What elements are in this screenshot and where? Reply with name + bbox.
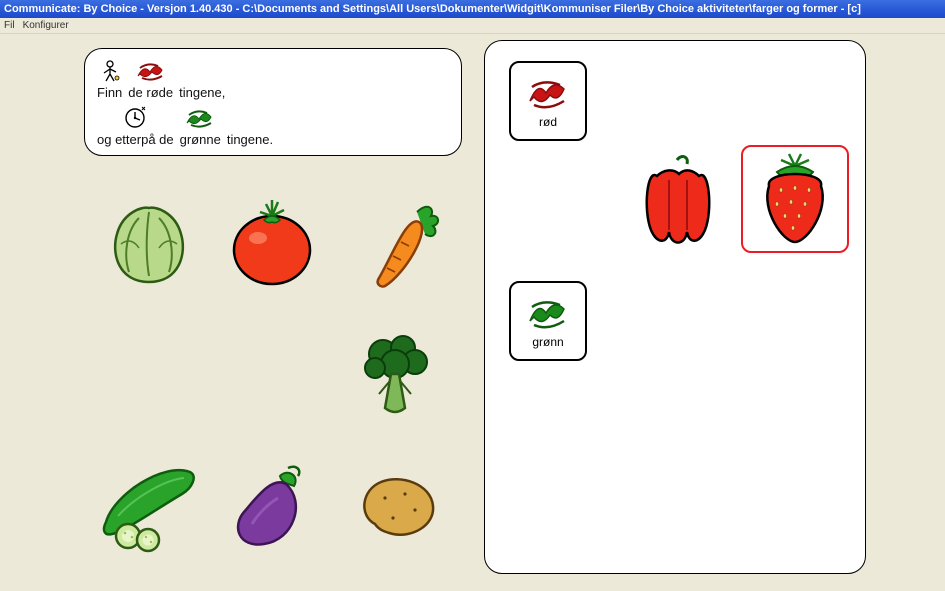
category-red[interactable]: rød: [509, 61, 587, 141]
answer-pepper[interactable]: [625, 145, 733, 253]
item-broccoli[interactable]: [340, 319, 450, 429]
instruction-row-1: Finn de røde tingene,: [97, 57, 449, 100]
word-finn: Finn: [97, 85, 122, 100]
instruction-row-2: og etterpå de grønne tingene.: [97, 104, 449, 147]
menu-file[interactable]: Fil: [4, 20, 15, 31]
word-etterpa: og etterpå de: [97, 132, 174, 147]
broccoli-icon: [345, 324, 445, 424]
strawberry-icon: [749, 150, 841, 248]
item-eggplant[interactable]: [217, 449, 327, 559]
instruction-panel: Finn de røde tingene,: [84, 48, 462, 156]
tomato-icon: [222, 194, 322, 294]
person-search-icon: [99, 58, 121, 84]
workspace: Finn de røde tingene,: [0, 34, 945, 591]
word-gronne: grønne: [180, 132, 221, 147]
label-red: rød: [539, 115, 557, 129]
potato-icon: [345, 454, 445, 554]
answer-strawberry[interactable]: [741, 145, 849, 253]
green-scribble-icon: [183, 105, 217, 131]
symbol-red: de røde: [128, 57, 173, 100]
instruction-box: Finn de røde tingene,: [84, 48, 462, 156]
item-tomato[interactable]: [217, 189, 327, 299]
item-grid: [92, 184, 452, 564]
green-scribble-icon: [524, 293, 572, 333]
cucumber-icon: [94, 454, 204, 554]
item-lettuce[interactable]: [94, 189, 204, 299]
red-scribble-icon: [524, 73, 572, 113]
red-scribble-icon: [134, 58, 168, 84]
symbol-green: grønne: [180, 104, 221, 147]
category-green[interactable]: grønn: [509, 281, 587, 361]
item-carrot[interactable]: [340, 189, 450, 299]
window-title-text: Communicate: By Choice - Versjon 1.40.43…: [4, 3, 861, 15]
symbol-after: og etterpå de: [97, 104, 174, 147]
symbol-find: Finn: [97, 57, 122, 100]
window-titlebar: Communicate: By Choice - Versjon 1.40.43…: [0, 0, 945, 18]
sorting-panel: rød: [484, 40, 866, 574]
eggplant-icon: [222, 454, 322, 554]
pepper-icon: [633, 150, 725, 248]
item-potato[interactable]: [340, 449, 450, 559]
lettuce-icon: [99, 194, 199, 294]
menu-config[interactable]: Konfigurer: [23, 20, 69, 31]
word-tingene-1: tingene,: [179, 57, 225, 100]
carrot-icon: [345, 194, 445, 294]
word-tingene-2: tingene.: [227, 104, 273, 147]
word-derode: de røde: [128, 85, 173, 100]
clock-icon: [122, 105, 148, 131]
label-green: grønn: [532, 335, 563, 349]
menu-bar: Fil Konfigurer: [0, 18, 945, 34]
item-cucumber[interactable]: [94, 449, 204, 559]
